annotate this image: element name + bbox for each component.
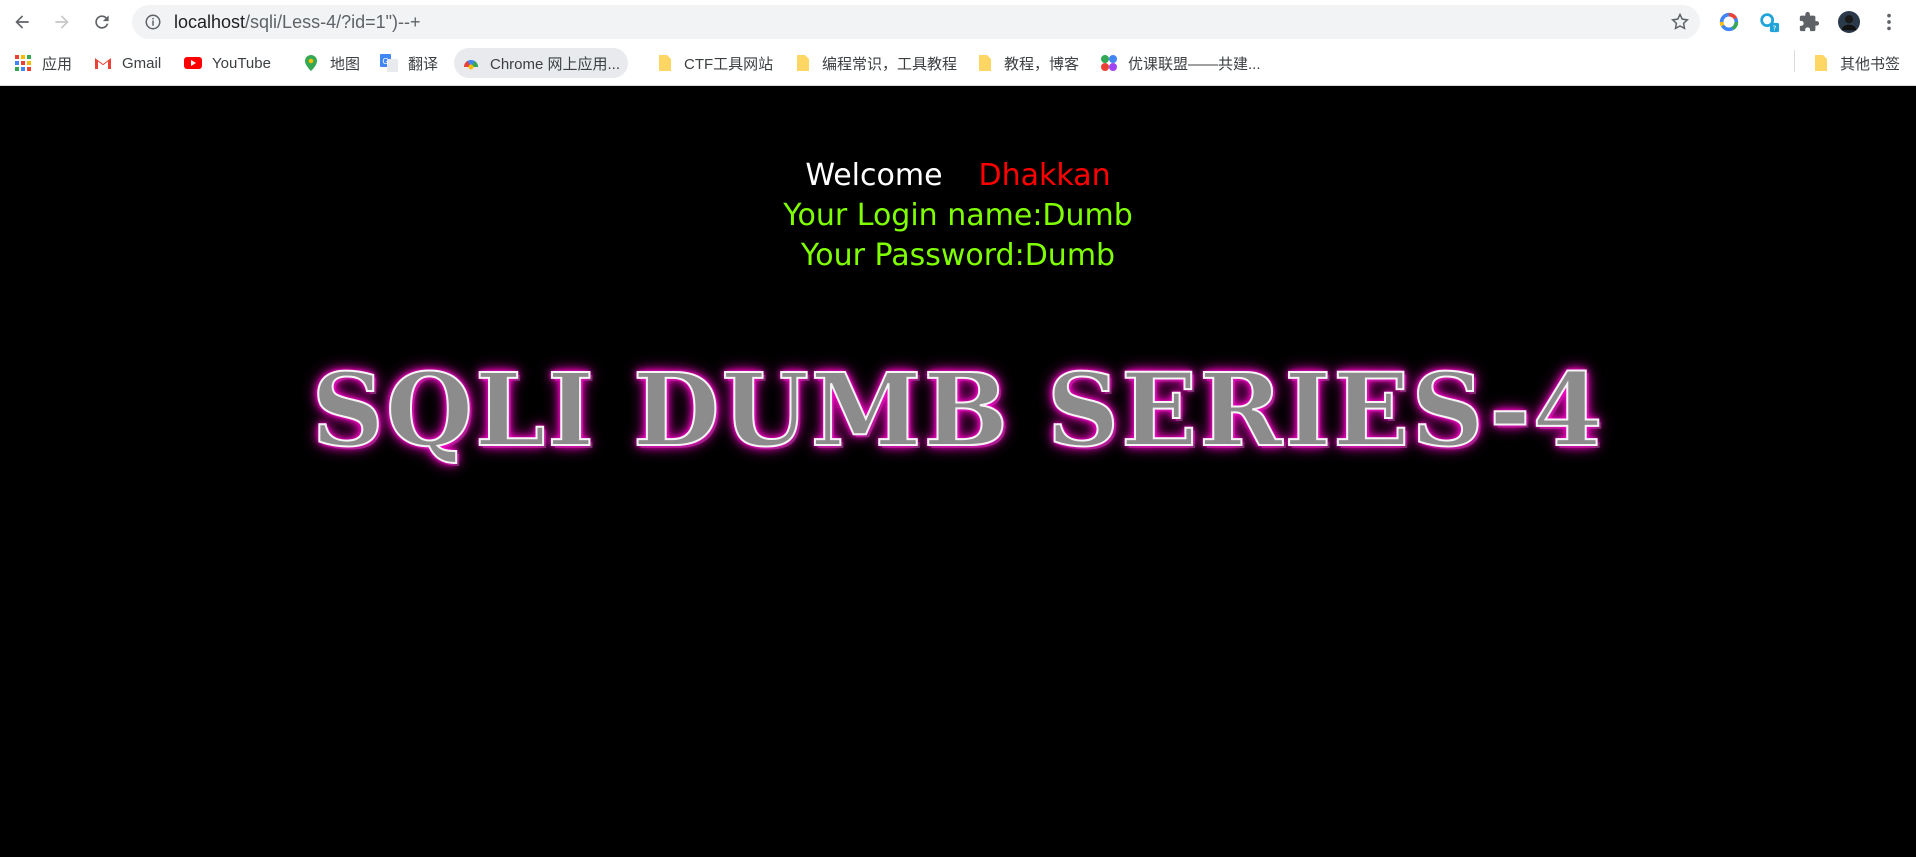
bookmark-label: 教程，博客 — [1004, 55, 1080, 73]
extensions-puzzle-icon[interactable] — [1793, 6, 1825, 38]
bookmark-folder-programming[interactable]: 编程常识，工具教程 — [786, 48, 965, 78]
folder-icon — [976, 54, 994, 72]
url-text: localhost/sqli/Less-4/?id=1")--+ — [174, 12, 421, 33]
colorful-logo-icon — [1100, 54, 1118, 72]
welcome-text: Welcome — [805, 158, 943, 193]
browser-chrome: localhost/sqli/Less-4/?id=1")--+ ? 应用 Gm… — [0, 0, 1916, 86]
profile-avatar-icon[interactable] — [1833, 6, 1865, 38]
bookmark-star-icon[interactable] — [1670, 12, 1690, 32]
bookmarks-bar: 应用 Gmail YouTube 地图 G 翻译 Chrome 网上应用... — [0, 44, 1916, 80]
bookmark-maps[interactable]: 地图 — [294, 48, 368, 78]
bookmark-youke[interactable]: 优课联盟——共建... — [1092, 48, 1269, 78]
bookmark-chrome-webstore[interactable]: Chrome 网上应用... — [454, 48, 629, 78]
bookmark-label: YouTube — [212, 54, 271, 72]
info-icon[interactable] — [144, 13, 162, 31]
bookmark-folder-ctf[interactable]: CTF工具网站 — [648, 48, 781, 78]
youtube-icon — [184, 54, 202, 72]
bookmark-gmail[interactable]: Gmail — [86, 48, 169, 78]
welcome-line: Welcome Dhakkan — [0, 158, 1916, 193]
folder-icon — [656, 54, 674, 72]
address-bar[interactable]: localhost/sqli/Less-4/?id=1")--+ — [132, 5, 1700, 39]
bookmark-apps[interactable]: 应用 — [6, 48, 80, 78]
bookmark-folder-tutorial[interactable]: 教程，博客 — [968, 48, 1087, 78]
bookmark-label: 优课联盟——共建... — [1128, 55, 1261, 73]
login-name-line: Your Login name:Dumb — [783, 198, 1133, 233]
folder-icon — [1812, 54, 1830, 72]
series-banner: SQLI DUMB SERIES-4 — [311, 350, 1605, 470]
bookmark-youtube[interactable]: YouTube — [176, 48, 279, 78]
search-extension-icon[interactable]: ? — [1753, 6, 1785, 38]
bookmark-label: 应用 — [42, 55, 73, 73]
page-content: Welcome Dhakkan Your Login name:Dumb Your… — [0, 86, 1916, 857]
svg-text:G: G — [382, 57, 388, 66]
bookmark-label: CTF工具网站 — [684, 55, 774, 73]
bookmark-label: Gmail — [122, 54, 162, 72]
bookmark-label: 地图 — [330, 55, 361, 73]
google-extension-icon[interactable] — [1713, 6, 1745, 38]
apps-grid-icon — [14, 54, 32, 72]
forward-arrow-icon[interactable] — [46, 6, 78, 38]
password-line: Your Password:Dumb — [800, 238, 1116, 273]
url-host: localhost — [174, 12, 246, 32]
url-path: /sqli/Less-4/?id=1")--+ — [245, 12, 421, 32]
bookmark-label: Chrome 网上应用... — [490, 55, 621, 73]
back-arrow-icon[interactable] — [6, 6, 38, 38]
menu-kebab-icon[interactable] — [1873, 6, 1905, 38]
maps-pin-icon — [302, 54, 320, 72]
bookmarks-divider — [1794, 50, 1795, 72]
bookmark-other[interactable]: 其他书签 — [1804, 48, 1908, 78]
folder-icon — [794, 54, 812, 72]
bookmark-label: 编程常识，工具教程 — [822, 55, 958, 73]
bookmark-label: 其他书签 — [1840, 55, 1901, 73]
bookmark-label: 翻译 — [408, 55, 439, 73]
translate-icon: G — [380, 54, 398, 72]
gmail-icon — [94, 54, 112, 72]
svg-text:?: ? — [1773, 23, 1777, 32]
bookmark-translate[interactable]: G 翻译 — [372, 48, 446, 78]
user-name: Dhakkan — [978, 158, 1111, 193]
chrome-webstore-icon — [462, 54, 480, 72]
reload-icon[interactable] — [86, 6, 118, 38]
